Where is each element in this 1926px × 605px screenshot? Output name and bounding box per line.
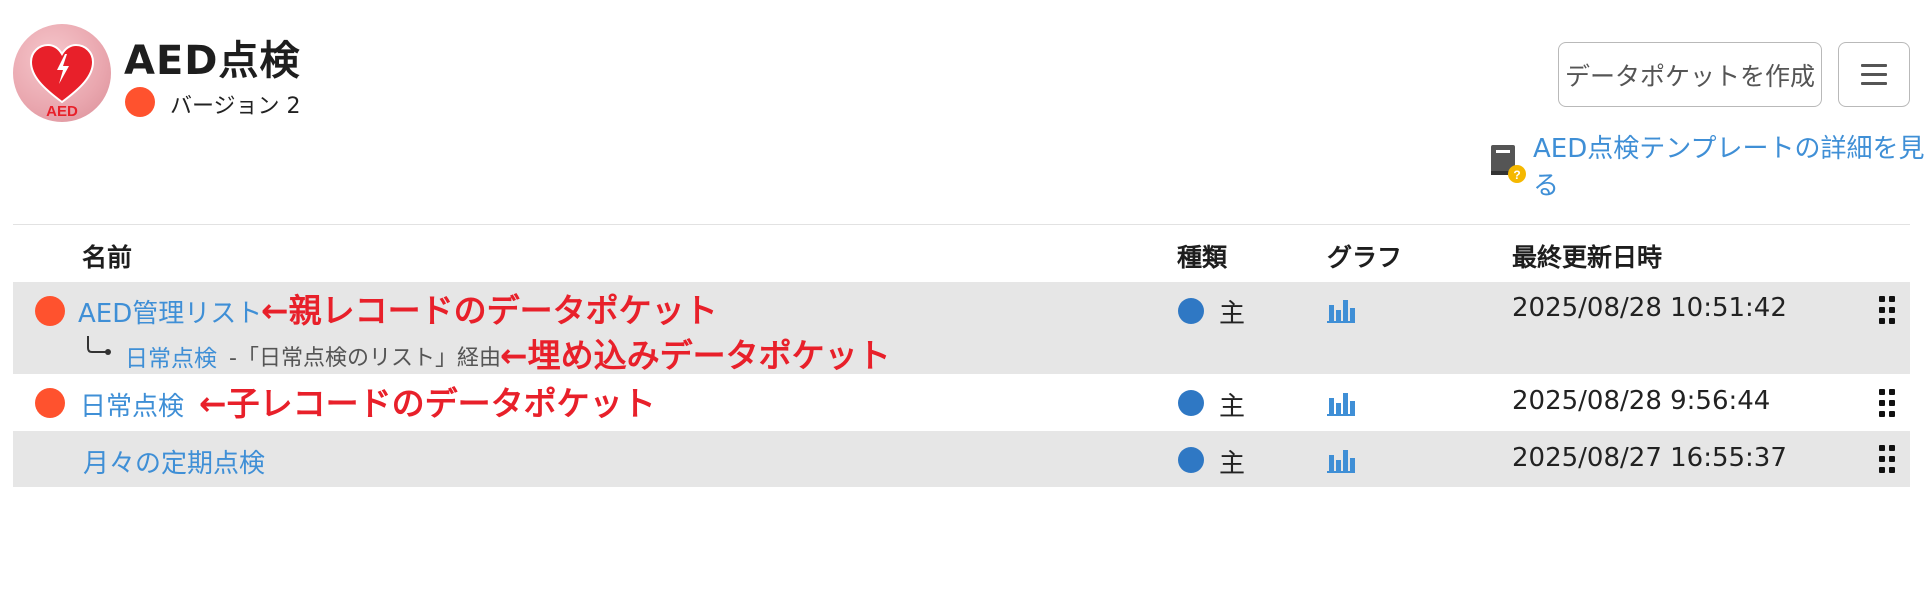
table-row: 日常点検 ←子レコードのデータポケット 主 2025/08/28 9:56:44 (13, 374, 1910, 431)
menu-button[interactable] (1838, 42, 1910, 107)
bar-chart-icon[interactable] (1327, 390, 1355, 416)
updated-datetime: 2025/08/28 10:51:42 (1512, 293, 1787, 323)
table-row: 月々の定期点検 主 2025/08/27 16:55:37 (13, 431, 1910, 487)
annotation-label: ←親レコードのデータポケット (261, 291, 718, 330)
template-details-link[interactable]: ? AED点検テンプレートの詳細を見る (1487, 134, 1926, 201)
table-row: AED管理リスト ←親レコードのデータポケット 日常点検 -「日常点検のリスト」… (13, 282, 1910, 375)
svg-text:AED: AED (46, 103, 78, 120)
embedded-data-pocket-link[interactable]: 日常点検 (125, 339, 217, 373)
column-header-updated[interactable]: 最終更新日時 (1512, 238, 1662, 274)
sub-arrow-icon (87, 336, 111, 355)
column-header-type[interactable]: 種類 (1177, 238, 1227, 274)
annotation-label: ←埋め込みデータポケット (500, 336, 891, 375)
updated-datetime: 2025/08/28 9:56:44 (1512, 386, 1771, 416)
page-title: AED点検 (124, 38, 301, 84)
column-header-name[interactable]: 名前 (82, 238, 132, 274)
data-pocket-link[interactable]: 月々の定期点検 (83, 443, 265, 480)
bar-chart-icon[interactable] (1327, 297, 1355, 323)
svg-text:?: ? (1513, 168, 1520, 182)
create-data-pocket-button[interactable]: データポケットを作成 (1558, 42, 1822, 107)
type-label: 主 (1219, 392, 1246, 422)
status-dot (35, 388, 65, 418)
book-help-icon: ? (1487, 141, 1527, 189)
divider (13, 224, 1910, 225)
annotation-label: ←子レコードのデータポケット (199, 384, 656, 423)
version-status-dot (125, 87, 155, 117)
template-link-label: AED点検テンプレートの詳細を見る (1533, 134, 1925, 201)
header: AED AED点検 バージョン 2 データポケットを作成 ? AED点検テンプレ… (0, 0, 1926, 220)
drag-handle-icon[interactable] (1879, 389, 1895, 417)
column-header-graph: グラフ (1327, 243, 1403, 272)
type-dot (1178, 298, 1204, 324)
type-dot (1178, 390, 1204, 416)
bar-chart-icon[interactable] (1327, 447, 1355, 473)
hamburger-icon (1861, 63, 1887, 86)
app-logo: AED (13, 24, 111, 122)
data-pocket-link[interactable]: 日常点検 (80, 386, 184, 423)
version-label: バージョン 2 (170, 94, 301, 119)
drag-handle-icon[interactable] (1879, 445, 1895, 473)
embedded-via-text: -「日常点検のリスト」経由 (229, 346, 501, 371)
type-dot (1178, 447, 1204, 473)
status-dot (35, 296, 65, 326)
drag-handle-icon[interactable] (1879, 296, 1895, 324)
aed-heart-icon: AED (29, 43, 95, 120)
type-label: 主 (1219, 449, 1246, 479)
updated-datetime: 2025/08/27 16:55:37 (1512, 443, 1787, 473)
data-pocket-link[interactable]: AED管理リスト (78, 293, 262, 330)
type-label: 主 (1219, 299, 1246, 329)
